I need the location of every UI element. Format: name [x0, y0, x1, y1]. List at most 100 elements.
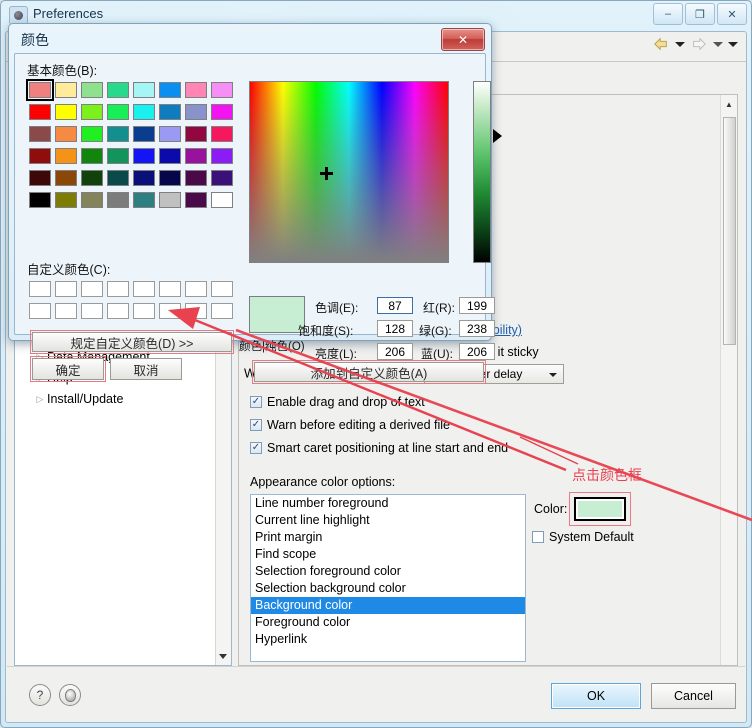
close-button[interactable]: ✕	[717, 3, 747, 25]
ok-button[interactable]: OK	[551, 683, 641, 709]
green-input[interactable]: 238	[459, 320, 495, 337]
custom-color-swatch[interactable]	[79, 301, 105, 321]
basic-color-swatch[interactable]	[27, 124, 53, 144]
custom-color-swatch[interactable]	[209, 301, 235, 321]
basic-color-swatch[interactable]	[79, 146, 105, 166]
ok-button[interactable]: 确定	[30, 356, 106, 382]
maximize-button[interactable]: ❐	[685, 3, 715, 25]
content-scroll-thumb[interactable]	[723, 117, 736, 345]
basic-color-swatch[interactable]	[105, 168, 131, 188]
basic-color-swatch[interactable]	[79, 80, 105, 100]
luminance-input[interactable]: 206	[377, 343, 413, 360]
luminance-slider-marker-icon[interactable]	[493, 129, 502, 143]
basic-color-swatch[interactable]	[183, 80, 209, 100]
basic-color-swatch[interactable]	[105, 190, 131, 210]
add-to-custom-colors-button[interactable]: 添加到自定义颜色(A)	[252, 360, 486, 384]
basic-color-swatch[interactable]	[157, 168, 183, 188]
basic-color-swatch[interactable]	[131, 190, 157, 210]
color-option-item[interactable]: Selection foreground color	[251, 563, 525, 580]
luminance-slider[interactable]	[473, 81, 491, 263]
color-picker-crosshair-icon[interactable]	[320, 167, 333, 180]
basic-color-swatch[interactable]	[209, 190, 235, 210]
custom-color-swatch[interactable]	[105, 279, 131, 299]
basic-color-swatch[interactable]	[53, 80, 79, 100]
checkbox-warn-derived-file[interactable]: ✓ Warn before editing a derived file	[250, 418, 450, 432]
basic-color-swatch[interactable]	[105, 80, 131, 100]
back-dropdown-chevron-down-icon[interactable]	[675, 41, 685, 47]
custom-color-swatch[interactable]	[157, 279, 183, 299]
saturation-value-panel[interactable]	[249, 81, 449, 263]
basic-color-swatch[interactable]	[209, 146, 235, 166]
basic-color-swatch[interactable]	[53, 190, 79, 210]
basic-color-swatch[interactable]	[79, 124, 105, 144]
tree-item[interactable]: ▷ Install/Update	[15, 389, 231, 410]
color-option-item[interactable]: Line number foreground	[251, 495, 525, 512]
question-mark-icon[interactable]: ?	[29, 684, 51, 706]
basic-color-swatch[interactable]	[53, 146, 79, 166]
basic-color-swatch[interactable]	[27, 168, 53, 188]
basic-color-swatch[interactable]	[209, 168, 235, 188]
checkbox-box[interactable]: ✓	[250, 419, 262, 431]
checkbox-box[interactable]: ✓	[250, 396, 262, 408]
blue-input[interactable]: 206	[459, 343, 495, 360]
basic-color-swatch[interactable]	[53, 168, 79, 188]
shell-icon[interactable]	[59, 684, 81, 706]
cancel-button[interactable]: Cancel	[651, 683, 736, 709]
content-scroll-up-chevron-up-icon[interactable]: ▲	[724, 99, 734, 109]
define-custom-colors-button[interactable]: 规定自定义颜色(D) >>	[30, 330, 234, 354]
custom-color-swatch[interactable]	[27, 279, 53, 299]
basic-color-swatch[interactable]	[183, 168, 209, 188]
minimize-button[interactable]: –	[653, 3, 683, 25]
color-option-item[interactable]: Background color	[251, 597, 525, 614]
basic-color-swatch[interactable]	[53, 102, 79, 122]
basic-color-swatch[interactable]	[209, 124, 235, 144]
basic-color-swatch[interactable]	[157, 124, 183, 144]
tree-scroll-down-chevron-down-icon[interactable]	[217, 649, 229, 663]
basic-color-swatch[interactable]	[53, 124, 79, 144]
color-option-item[interactable]: Selection background color	[251, 580, 525, 597]
custom-color-swatch[interactable]	[183, 301, 209, 321]
basic-color-swatch[interactable]	[26, 79, 54, 101]
basic-color-swatch[interactable]	[27, 190, 53, 210]
basic-color-swatch[interactable]	[105, 102, 131, 122]
basic-color-swatch[interactable]	[157, 80, 183, 100]
content-vertical-scrollbar[interactable]: ▲	[720, 95, 737, 665]
checkbox-system-default[interactable]: System Default	[532, 530, 634, 544]
basic-color-swatch[interactable]	[105, 146, 131, 166]
basic-color-swatch[interactable]	[131, 146, 157, 166]
back-arrow-icon[interactable]	[652, 36, 670, 52]
saturation-input[interactable]: 128	[377, 320, 413, 337]
basic-color-swatch[interactable]	[131, 102, 157, 122]
basic-color-swatch[interactable]	[183, 146, 209, 166]
custom-color-swatch[interactable]	[183, 279, 209, 299]
hue-input[interactable]: 87	[377, 297, 413, 314]
checkbox-enable-drag-drop[interactable]: ✓ Enable drag and drop of text	[250, 395, 425, 409]
custom-color-swatch[interactable]	[209, 279, 235, 299]
basic-color-swatch[interactable]	[79, 168, 105, 188]
custom-colors-grid[interactable]	[27, 279, 235, 321]
basic-color-swatch[interactable]	[27, 102, 53, 122]
color-swatch-button[interactable]	[574, 497, 626, 521]
checkbox-box[interactable]: ✓	[250, 442, 262, 454]
basic-colors-grid[interactable]	[26, 79, 235, 210]
checkbox-smart-caret[interactable]: ✓ Smart caret positioning at line start …	[250, 441, 508, 455]
custom-color-swatch[interactable]	[105, 301, 131, 321]
appearance-color-options-list[interactable]: Line number foreground Current line highl…	[250, 494, 526, 662]
basic-color-swatch[interactable]	[157, 102, 183, 122]
color-option-item[interactable]: Foreground color	[251, 614, 525, 631]
basic-color-swatch[interactable]	[209, 102, 235, 122]
expand-chevron-right-icon[interactable]: ▷	[33, 389, 47, 410]
custom-color-swatch[interactable]	[53, 279, 79, 299]
color-option-item[interactable]: Hyperlink	[251, 631, 525, 648]
basic-color-swatch[interactable]	[131, 124, 157, 144]
color-option-item[interactable]: Print margin	[251, 529, 525, 546]
basic-color-swatch[interactable]	[157, 190, 183, 210]
basic-color-swatch[interactable]	[183, 124, 209, 144]
custom-color-swatch[interactable]	[131, 279, 157, 299]
basic-color-swatch[interactable]	[79, 102, 105, 122]
custom-color-swatch[interactable]	[157, 301, 183, 321]
basic-color-swatch[interactable]	[105, 124, 131, 144]
custom-color-swatch[interactable]	[79, 279, 105, 299]
custom-color-swatch[interactable]	[131, 301, 157, 321]
custom-color-swatch[interactable]	[27, 301, 53, 321]
